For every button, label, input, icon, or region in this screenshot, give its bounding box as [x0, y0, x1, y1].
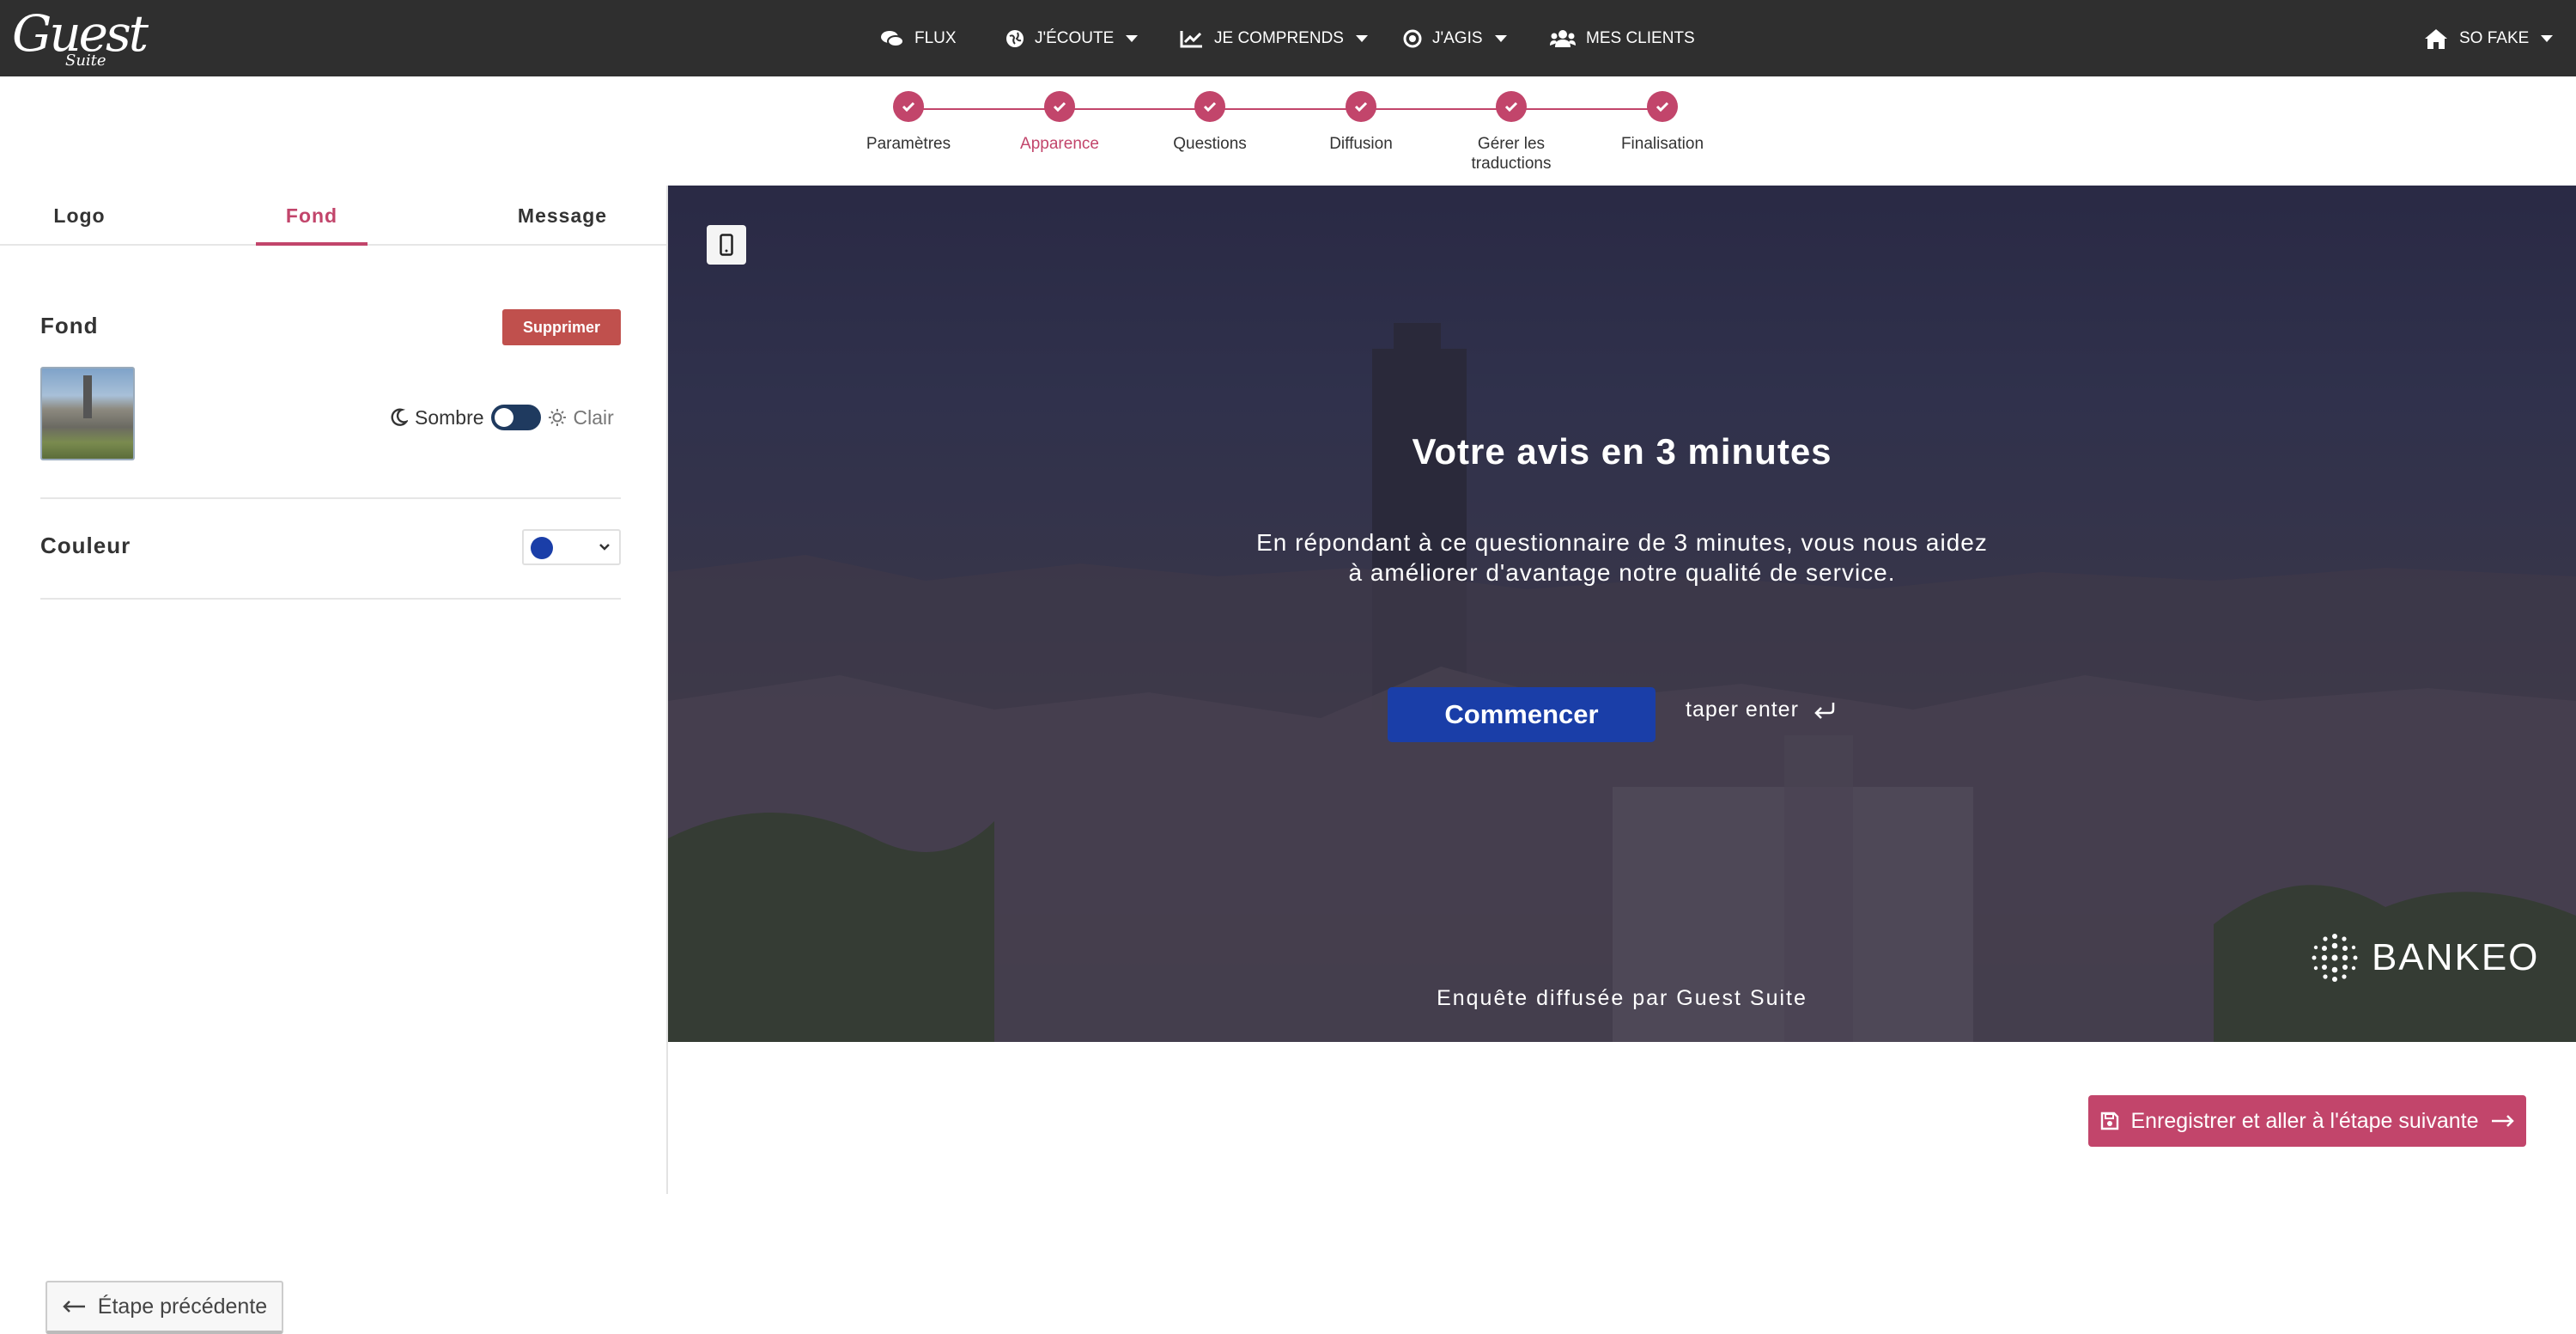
nav-flux-label: FLUX — [914, 28, 957, 47]
nav-jecoute-label: J'ÉCOUTE — [1035, 28, 1115, 47]
step-label: Questions — [1173, 135, 1247, 153]
enter-hint-label: taper enter — [1686, 697, 1799, 722]
chat-icon — [881, 30, 904, 47]
arrow-right-icon — [2491, 1115, 2514, 1127]
tab-message[interactable]: Message — [503, 186, 622, 246]
chevron-down-icon — [599, 544, 610, 551]
mobile-preview-button[interactable] — [707, 225, 746, 265]
mobile-icon — [720, 234, 733, 256]
bankeo-dots-icon — [2312, 934, 2358, 982]
couleur-section-title: Couleur — [40, 533, 131, 558]
step-label: Gérer les traductions — [1471, 135, 1552, 173]
color-picker-select[interactable] — [522, 529, 621, 565]
color-swatch — [531, 537, 553, 559]
nav-jecomprends[interactable]: JE COMPRENDS — [1180, 0, 1368, 76]
chevron-down-icon — [1126, 34, 1139, 42]
globe-icon — [1006, 29, 1024, 47]
step-traductions[interactable]: Gérer les traductions — [1455, 91, 1567, 174]
step-label: Diffusion — [1329, 135, 1393, 153]
check-icon — [1194, 91, 1225, 122]
survey-title: Votre avis en 3 minutes — [1412, 431, 1832, 472]
nav-jecomprends-label: JE COMPRENDS — [1214, 28, 1344, 47]
arrow-left-icon — [63, 1300, 85, 1313]
nav-mes-clients[interactable]: MES CLIENTS — [1550, 0, 1695, 76]
tab-fond[interactable]: Fond — [256, 186, 368, 246]
previous-step-button[interactable]: Étape précédente — [46, 1281, 283, 1334]
check-icon — [1346, 91, 1376, 122]
logo-sub-text: Suite — [65, 52, 106, 70]
check-icon — [893, 91, 924, 122]
save-icon — [2100, 1112, 2118, 1130]
step-finalisation[interactable]: Finalisation — [1577, 91, 1748, 154]
enter-icon — [1814, 702, 1835, 719]
nav-mes-clients-label: MES CLIENTS — [1586, 28, 1695, 47]
brand-name: BANKEO — [2372, 936, 2540, 978]
target-icon — [1403, 29, 1422, 47]
tab-logo[interactable]: Logo — [26, 186, 133, 246]
appearance-tabs: Logo Fond Message — [0, 186, 666, 246]
sun-icon — [548, 409, 566, 426]
survey-subtitle: En répondant à ce questionnaire de 3 min… — [668, 527, 2576, 588]
top-navbar: Guest Suite FLUX J'ÉCOUTE JE COMPRENDS J… — [0, 0, 2576, 76]
nav-jagis[interactable]: J'AGIS — [1403, 0, 1507, 76]
account-name: SO FAKE — [2459, 28, 2530, 47]
check-icon — [1044, 91, 1075, 122]
section-divider — [40, 598, 621, 600]
chevron-down-icon — [1494, 34, 1507, 42]
brand-logo: BANKEO — [2308, 931, 2539, 984]
section-divider — [40, 497, 621, 499]
step-label: Finalisation — [1620, 135, 1704, 153]
account-menu[interactable]: SO FAKE — [2423, 0, 2554, 76]
light-mode-label: Clair — [573, 405, 614, 429]
moon-icon — [391, 408, 408, 426]
chevron-down-icon — [2541, 34, 2554, 42]
start-survey-button[interactable]: Commencer — [1388, 687, 1656, 742]
step-parametres[interactable]: Paramètres — [823, 91, 994, 154]
fond-section-title: Fond — [40, 313, 99, 338]
nav-flux[interactable]: FLUX — [880, 0, 957, 76]
dark-mode-label: Sombre — [415, 405, 484, 429]
dark-overlay — [668, 186, 2576, 1042]
step-apparence[interactable]: Apparence — [974, 91, 1145, 154]
enter-hint: taper enter — [1686, 697, 1837, 722]
theme-toggle-group: Sombre Clair — [391, 405, 614, 430]
background-thumbnail[interactable] — [40, 367, 135, 460]
step-questions[interactable]: Questions — [1124, 91, 1296, 154]
delete-background-button[interactable]: Supprimer — [502, 309, 621, 345]
step-label: Apparence — [1020, 135, 1099, 153]
save-next-step-label: Enregistrer et aller à l'étape suivante — [2130, 1108, 2479, 1133]
survey-subtitle-text: En répondant à ce questionnaire de 3 min… — [1256, 529, 1988, 586]
chevron-down-icon — [1355, 34, 1368, 42]
theme-switch[interactable] — [490, 405, 541, 430]
users-icon — [1550, 29, 1576, 47]
check-icon — [1647, 91, 1678, 122]
guest-suite-logo[interactable]: Guest Suite — [12, 7, 149, 72]
settings-panel: Logo Fond Message Fond Supprimer Sombre … — [0, 186, 668, 1334]
nav-jagis-label: J'AGIS — [1432, 28, 1483, 47]
step-label: Paramètres — [866, 135, 951, 153]
survey-preview: Votre avis en 3 minutes En répondant à c… — [668, 186, 2576, 1042]
survey-credit: Enquête diffusée par Guest Suite — [1437, 986, 1807, 1010]
check-icon — [1496, 91, 1527, 122]
nav-jecoute[interactable]: J'ÉCOUTE — [1005, 0, 1139, 76]
home-icon — [2425, 28, 2447, 49]
previous-step-label: Étape précédente — [97, 1294, 268, 1319]
save-next-step-button[interactable]: Enregistrer et aller à l'étape suivante — [2088, 1095, 2526, 1147]
step-diffusion[interactable]: Diffusion — [1275, 91, 1447, 154]
chart-icon — [1180, 30, 1202, 47]
